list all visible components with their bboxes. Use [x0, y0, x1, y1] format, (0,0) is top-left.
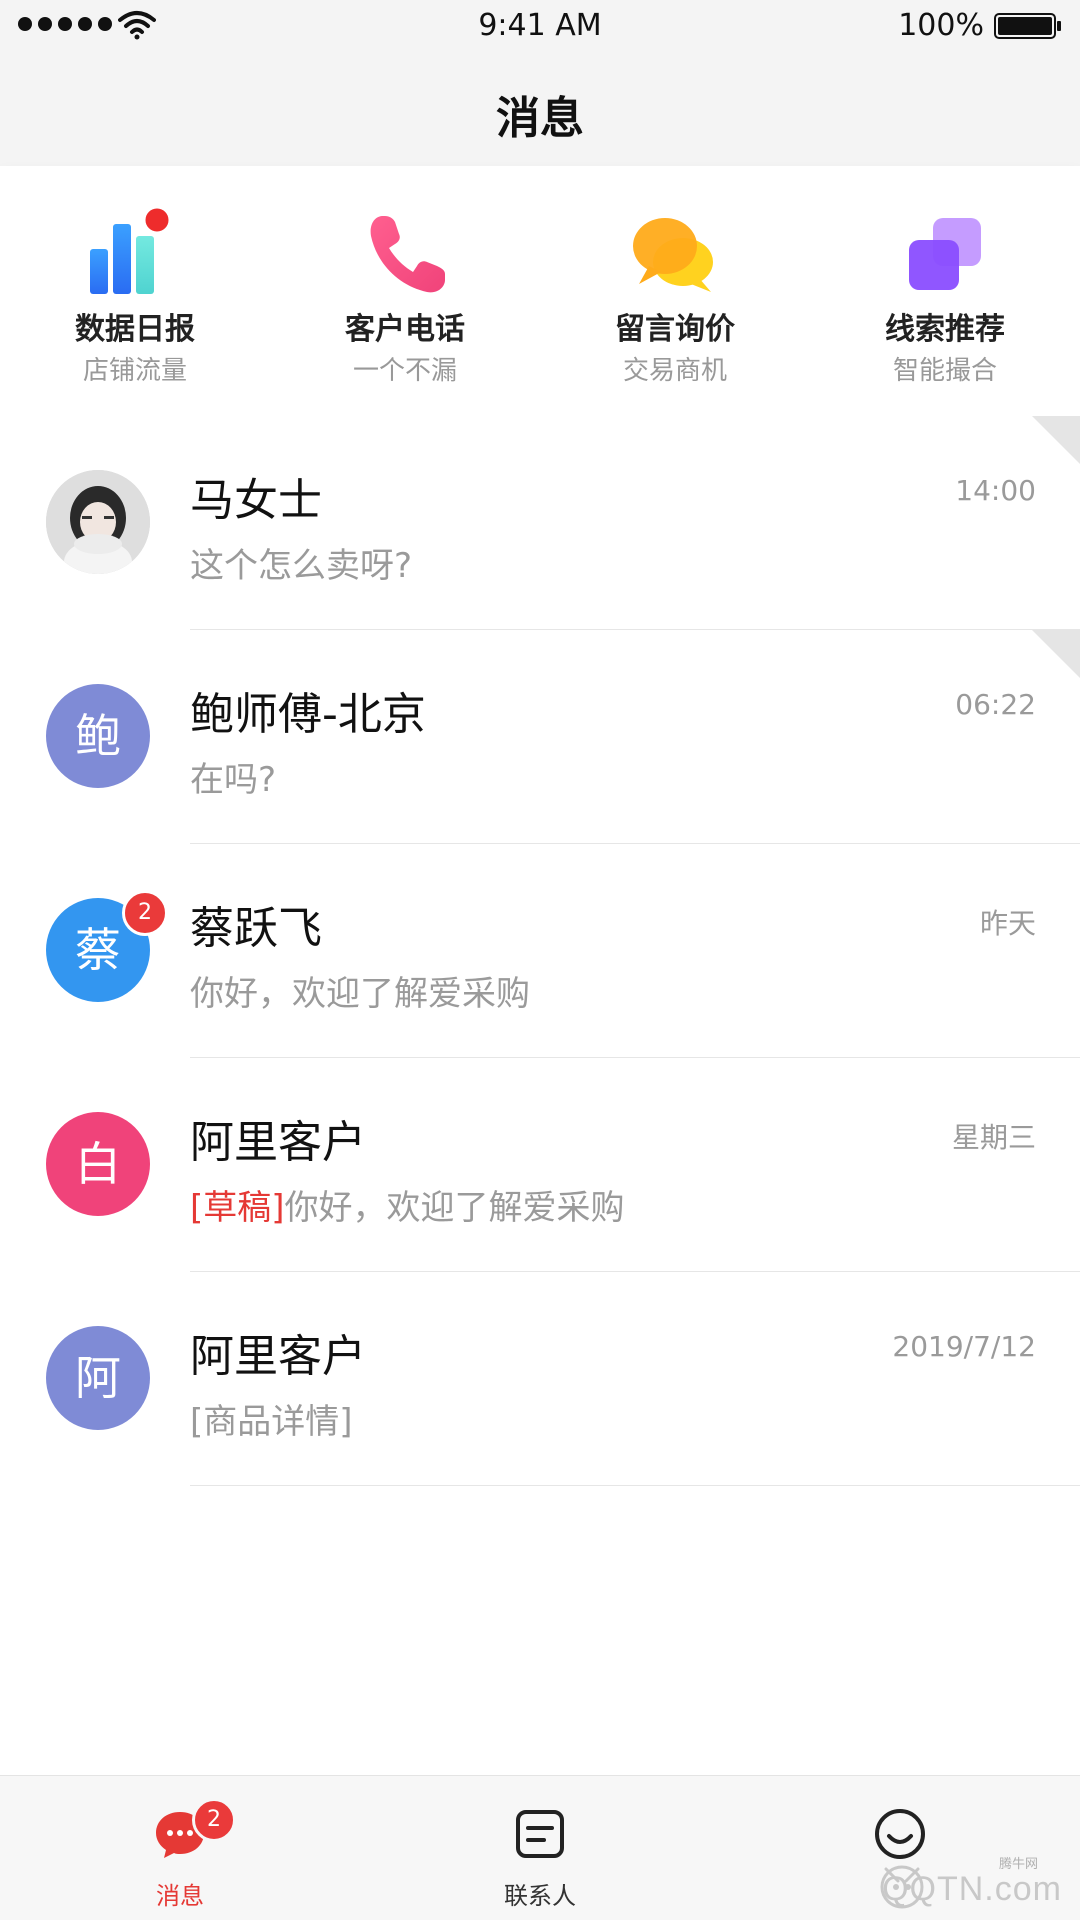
unread-badge: 2 — [122, 890, 168, 936]
status-bar: 9:41 AM 100% — [0, 0, 1080, 52]
avatar-photo-icon — [46, 470, 150, 574]
avatar — [46, 470, 150, 574]
conversation-time: 2019/7/12 — [892, 1330, 1036, 1363]
quick-action-title: 数据日报 — [75, 312, 195, 347]
quick-action-leads[interactable]: 线索推荐 智能撮合 — [810, 166, 1080, 416]
conversation-name: 阿里客户 — [190, 1117, 366, 1168]
battery-percent: 100% — [898, 8, 984, 43]
tab-messages[interactable]: 2 消息 — [0, 1776, 360, 1920]
quick-action-customer-phone[interactable]: 客户电话 一个不漏 — [270, 166, 540, 416]
conversation-time: 星期三 — [951, 1121, 1036, 1154]
preview-text: 你好，欢迎了解爱采购 — [284, 1188, 625, 1228]
app-root: 9:41 AM 100% 消息 数据日报 店铺流量 客户电话 一个不漏 留言询价… — [0, 0, 1080, 1920]
conversation-time: 14:00 — [955, 474, 1036, 507]
quick-action-title: 留言询价 — [615, 312, 735, 347]
conversation-row[interactable]: 马女士 14:00 这个怎么卖呀? — [0, 416, 1080, 630]
watermark-text: QQTN.com — [882, 1870, 1062, 1908]
tab-badge: 2 — [192, 1798, 236, 1842]
conversation-row[interactable]: 阿 阿里客户 2019/7/12 [商品详情] — [0, 1272, 1080, 1486]
battery-icon — [994, 13, 1061, 39]
pinned-marker — [1032, 630, 1080, 678]
bar-chart-icon — [90, 205, 172, 294]
conversation-preview: [草稿]你好，欢迎了解爱采购 — [190, 1180, 625, 1229]
quick-action-data-report[interactable]: 数据日报 店铺流量 — [0, 166, 270, 416]
conversation-name: 阿里客户 — [190, 1331, 366, 1382]
tab-bar: 2 消息 联系人 腾牛网 QQTN.com — [0, 1775, 1080, 1920]
conversation-name: 鲍师傅-北京 — [190, 689, 426, 740]
quick-action-inquiry[interactable]: 留言询价 交易商机 — [540, 166, 810, 416]
divider — [190, 1485, 1080, 1486]
conversation-row[interactable]: 蔡 2 蔡跃飞 昨天 你好，欢迎了解爱采购 — [0, 844, 1080, 1058]
quick-action-title: 线索推荐 — [885, 312, 1005, 347]
avatar: 鲍 — [46, 684, 150, 788]
quick-action-title: 客户电话 — [345, 312, 465, 347]
conversation-name: 蔡跃飞 — [190, 903, 322, 954]
conversation-list: 马女士 14:00 这个怎么卖呀? 鲍 鲍师傅-北京 06:22 在吗? 蔡 2… — [0, 416, 1080, 1486]
pinned-marker — [1032, 416, 1080, 464]
conversation-time: 昨天 — [979, 907, 1036, 940]
tab-contacts[interactable]: 联系人 — [360, 1776, 720, 1920]
conversation-preview: 你好，欢迎了解爱采购 — [190, 974, 530, 1014]
avatar: 阿 — [46, 1326, 150, 1430]
watermark: 腾牛网 QQTN.com — [876, 1853, 1066, 1913]
chat-bubbles-icon — [633, 218, 713, 292]
layers-icon — [909, 218, 981, 290]
quick-action-subtitle: 智能撮合 — [892, 356, 997, 386]
contacts-icon — [516, 1810, 564, 1858]
phone-icon — [370, 216, 445, 293]
conversation-row[interactable]: 白 阿里客户 星期三 [草稿]你好，欢迎了解爱采购 — [0, 1058, 1080, 1272]
conversation-name: 马女士 — [190, 475, 322, 526]
tab-label: 联系人 — [504, 1882, 576, 1910]
avatar: 白 — [46, 1112, 150, 1216]
conversation-preview: 在吗? — [190, 760, 277, 800]
nav-bar: 消息 — [0, 52, 1080, 166]
conversation-preview: 这个怎么卖呀? — [190, 546, 413, 586]
quick-action-subtitle: 店铺流量 — [82, 356, 187, 386]
quick-actions: 数据日报 店铺流量 客户电话 一个不漏 留言询价 交易商机 线索推荐 智能撮合 — [0, 166, 1080, 416]
tab-label: 消息 — [156, 1882, 204, 1910]
conversation-preview: [商品详情] — [190, 1402, 353, 1442]
quick-action-subtitle: 一个不漏 — [352, 356, 457, 386]
conversation-row[interactable]: 鲍 鲍师傅-北京 06:22 在吗? — [0, 630, 1080, 844]
conversation-time: 06:22 — [955, 688, 1036, 721]
draft-tag: [草稿] — [190, 1188, 285, 1228]
page-title: 消息 — [496, 93, 584, 144]
quick-action-subtitle: 交易商机 — [622, 356, 727, 386]
